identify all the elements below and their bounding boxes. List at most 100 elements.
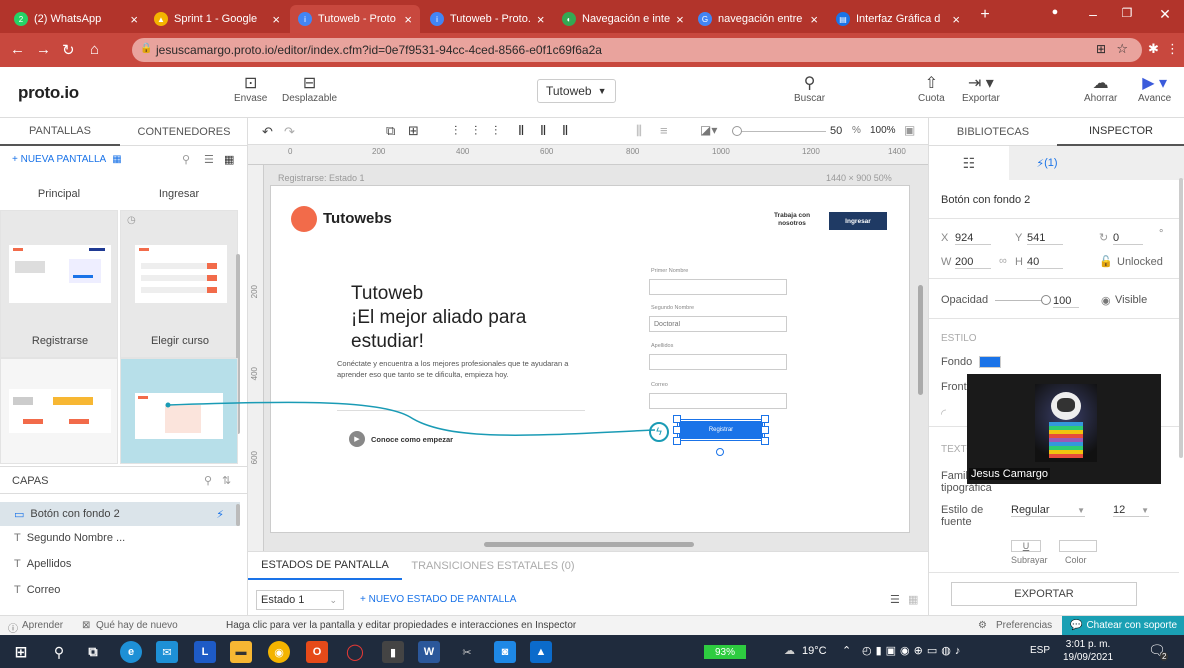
- tab-bibliotecas[interactable]: BIBLIOTECAS: [929, 118, 1057, 146]
- buscar-button[interactable]: ⚲ Buscar: [794, 75, 825, 104]
- layer-item[interactable]: T Segundo Nombre ...: [0, 526, 240, 550]
- new-state-button[interactable]: + NUEVO ESTADO DE PANTALLA: [360, 594, 516, 605]
- eye-icon[interactable]: ◉: [1101, 294, 1111, 307]
- chat-support-button[interactable]: 💬 Chatear con soporte: [1062, 616, 1184, 635]
- zoom-value[interactable]: 50: [830, 125, 842, 137]
- exportar-element-button[interactable]: EXPORTAR: [951, 582, 1137, 606]
- correo-input[interactable]: [649, 393, 787, 409]
- site-brand[interactable]: Tutowebs: [323, 210, 392, 227]
- url-field[interactable]: 🔒 jesuscamargo.proto.io/editor/index.cfm…: [132, 38, 1142, 62]
- weather-icon[interactable]: ☁: [784, 644, 795, 657]
- rotation-input[interactable]: 0: [1113, 232, 1143, 245]
- windows-start-icon[interactable]: ⊞: [10, 641, 32, 663]
- state-select[interactable]: Estado 1 ⌄: [256, 590, 344, 610]
- list-view-icon[interactable]: ☰: [204, 153, 214, 166]
- nav-ingresar-button[interactable]: Ingresar: [829, 212, 887, 230]
- search-icon[interactable]: ⚲: [204, 474, 212, 487]
- layer-order-icon[interactable]: ◪▾: [700, 123, 717, 137]
- font-style-select[interactable]: Regular ▼: [1011, 504, 1085, 517]
- y-input[interactable]: 541: [1027, 232, 1063, 245]
- cuota-button[interactable]: ⇧ Cuota: [918, 75, 945, 104]
- forward-icon[interactable]: →: [36, 41, 51, 58]
- close-icon[interactable]: ×: [404, 12, 412, 27]
- task-view-icon[interactable]: ⧉: [82, 641, 104, 663]
- browser-tab-navegacion[interactable]: ◐ Navegación e inte ×: [554, 5, 688, 33]
- hero-title[interactable]: Tutoweb ¡El mejor aliado para estudiar!: [351, 282, 611, 354]
- aprender-link[interactable]: Aprender: [22, 620, 63, 631]
- interactions-tab[interactable]: ⚡ (1): [1009, 146, 1085, 180]
- underline-button[interactable]: U: [1011, 540, 1041, 552]
- opacity-slider-track[interactable]: [995, 300, 1045, 301]
- fit-screen-icon[interactable]: ▣: [904, 123, 915, 137]
- resize-handle[interactable]: [761, 426, 769, 434]
- close-icon[interactable]: ×: [272, 12, 280, 27]
- file-explorer-icon[interactable]: ▬: [230, 641, 252, 663]
- browser-menu-icon[interactable]: ⋮: [1166, 41, 1179, 57]
- apellidos-input[interactable]: [649, 354, 787, 370]
- profile-icon[interactable]: ●: [1040, 6, 1070, 18]
- close-icon[interactable]: ×: [130, 12, 138, 27]
- browser-tab-google-search[interactable]: G navegación entre ×: [690, 5, 826, 33]
- unlock-icon[interactable]: 🔓: [1099, 255, 1113, 268]
- close-icon[interactable]: ×: [676, 12, 684, 27]
- distribute-h-icon[interactable]: ⫼: [636, 123, 642, 139]
- opera-icon[interactable]: ◯: [344, 641, 366, 663]
- inspector-scrollbar[interactable]: [1179, 178, 1183, 458]
- zoom-slider-track[interactable]: [736, 131, 826, 132]
- new-tab-icon[interactable]: +: [970, 6, 1000, 24]
- site-logo-circle[interactable]: [291, 206, 317, 232]
- camera-icon[interactable]: ◙: [494, 641, 516, 663]
- gift-icon[interactable]: ⊠: [82, 620, 90, 631]
- screen-thumb-elegir-curso[interactable]: ◷ Elegir curso: [120, 210, 238, 358]
- text-color-swatch[interactable]: [1059, 540, 1097, 552]
- new-screen-button[interactable]: + NUEVA PANTALLA ▦: [12, 154, 122, 165]
- home-icon[interactable]: ⌂: [90, 41, 99, 58]
- hero-description[interactable]: Conéctate y encuentra a los mejores prof…: [337, 358, 577, 380]
- desplazable-button[interactable]: ⊟ Desplazable: [282, 75, 337, 104]
- bookmark-star-icon[interactable]: ☆: [1116, 41, 1128, 57]
- resize-handle[interactable]: [761, 415, 769, 423]
- align-middle-icon[interactable]: Ⅱ: [540, 123, 546, 139]
- minimize-icon[interactable]: –: [1078, 6, 1108, 22]
- language-indicator[interactable]: ESP: [1030, 645, 1050, 656]
- back-icon[interactable]: ←: [10, 41, 25, 58]
- browser-tab-sprint[interactable]: ▲ Sprint 1 - Google ×: [146, 5, 288, 33]
- align-top-icon[interactable]: Ⅱ: [518, 123, 524, 139]
- corner-radius-icon[interactable]: ◜: [941, 406, 946, 422]
- protoio-logo[interactable]: proto.io: [18, 83, 79, 103]
- browser-tab-whatsapp[interactable]: 2 (2) WhatsApp ×: [6, 5, 146, 33]
- preferences-icon[interactable]: ⚙: [978, 620, 987, 631]
- segundo-nombre-input[interactable]: [649, 316, 787, 332]
- search-icon[interactable]: ⚲: [182, 153, 190, 166]
- extensions-icon[interactable]: ✱: [1148, 41, 1159, 57]
- primer-nombre-input[interactable]: [649, 279, 787, 295]
- interaction-bolt-icon[interactable]: ⚡: [216, 508, 224, 521]
- close-icon[interactable]: ×: [952, 12, 960, 27]
- que-hay-link[interactable]: Qué hay de nuevo: [96, 620, 178, 631]
- sort-icon[interactable]: ⇅: [222, 474, 231, 487]
- chrome-icon[interactable]: ◉: [268, 641, 290, 663]
- resize-handle[interactable]: [673, 426, 681, 434]
- ungroup-icon[interactable]: ⊞: [408, 123, 419, 139]
- align-right-icon[interactable]: ⫶: [494, 123, 497, 139]
- canvas-v-scrollbar[interactable]: [918, 285, 923, 395]
- layer-item[interactable]: T Apellidos: [0, 552, 240, 576]
- distribute-v-icon[interactable]: ≡: [660, 123, 668, 138]
- close-icon[interactable]: ×: [537, 12, 545, 27]
- preferencias-link[interactable]: Preferencias: [996, 620, 1052, 631]
- design-frame[interactable]: Tutowebs Trabaja con nosotros Ingresar T…: [270, 185, 910, 533]
- link-aspect-icon[interactable]: ∞: [999, 255, 1007, 267]
- tab-transiciones[interactable]: TRANSICIONES ESTATALES (0): [408, 552, 578, 580]
- tray-icons[interactable]: ◴▮▣◉⊕▭◍♪: [862, 644, 964, 657]
- temperature[interactable]: 19°C: [802, 645, 827, 657]
- project-select[interactable]: Tutoweb ▼: [537, 79, 616, 103]
- resize-handle[interactable]: [673, 437, 681, 445]
- grid-view-icon[interactable]: ▦: [224, 153, 234, 166]
- align-bottom-icon[interactable]: Ⅱ: [562, 123, 568, 139]
- exportar-button[interactable]: ⇥ ▾ Exportar: [962, 75, 1000, 104]
- opacity-input[interactable]: 100: [1053, 295, 1079, 308]
- edge-icon[interactable]: e: [120, 641, 142, 663]
- canvas-h-scrollbar[interactable]: [484, 542, 694, 547]
- battery-indicator[interactable]: 93%: [704, 645, 746, 659]
- word-icon[interactable]: W: [418, 641, 440, 663]
